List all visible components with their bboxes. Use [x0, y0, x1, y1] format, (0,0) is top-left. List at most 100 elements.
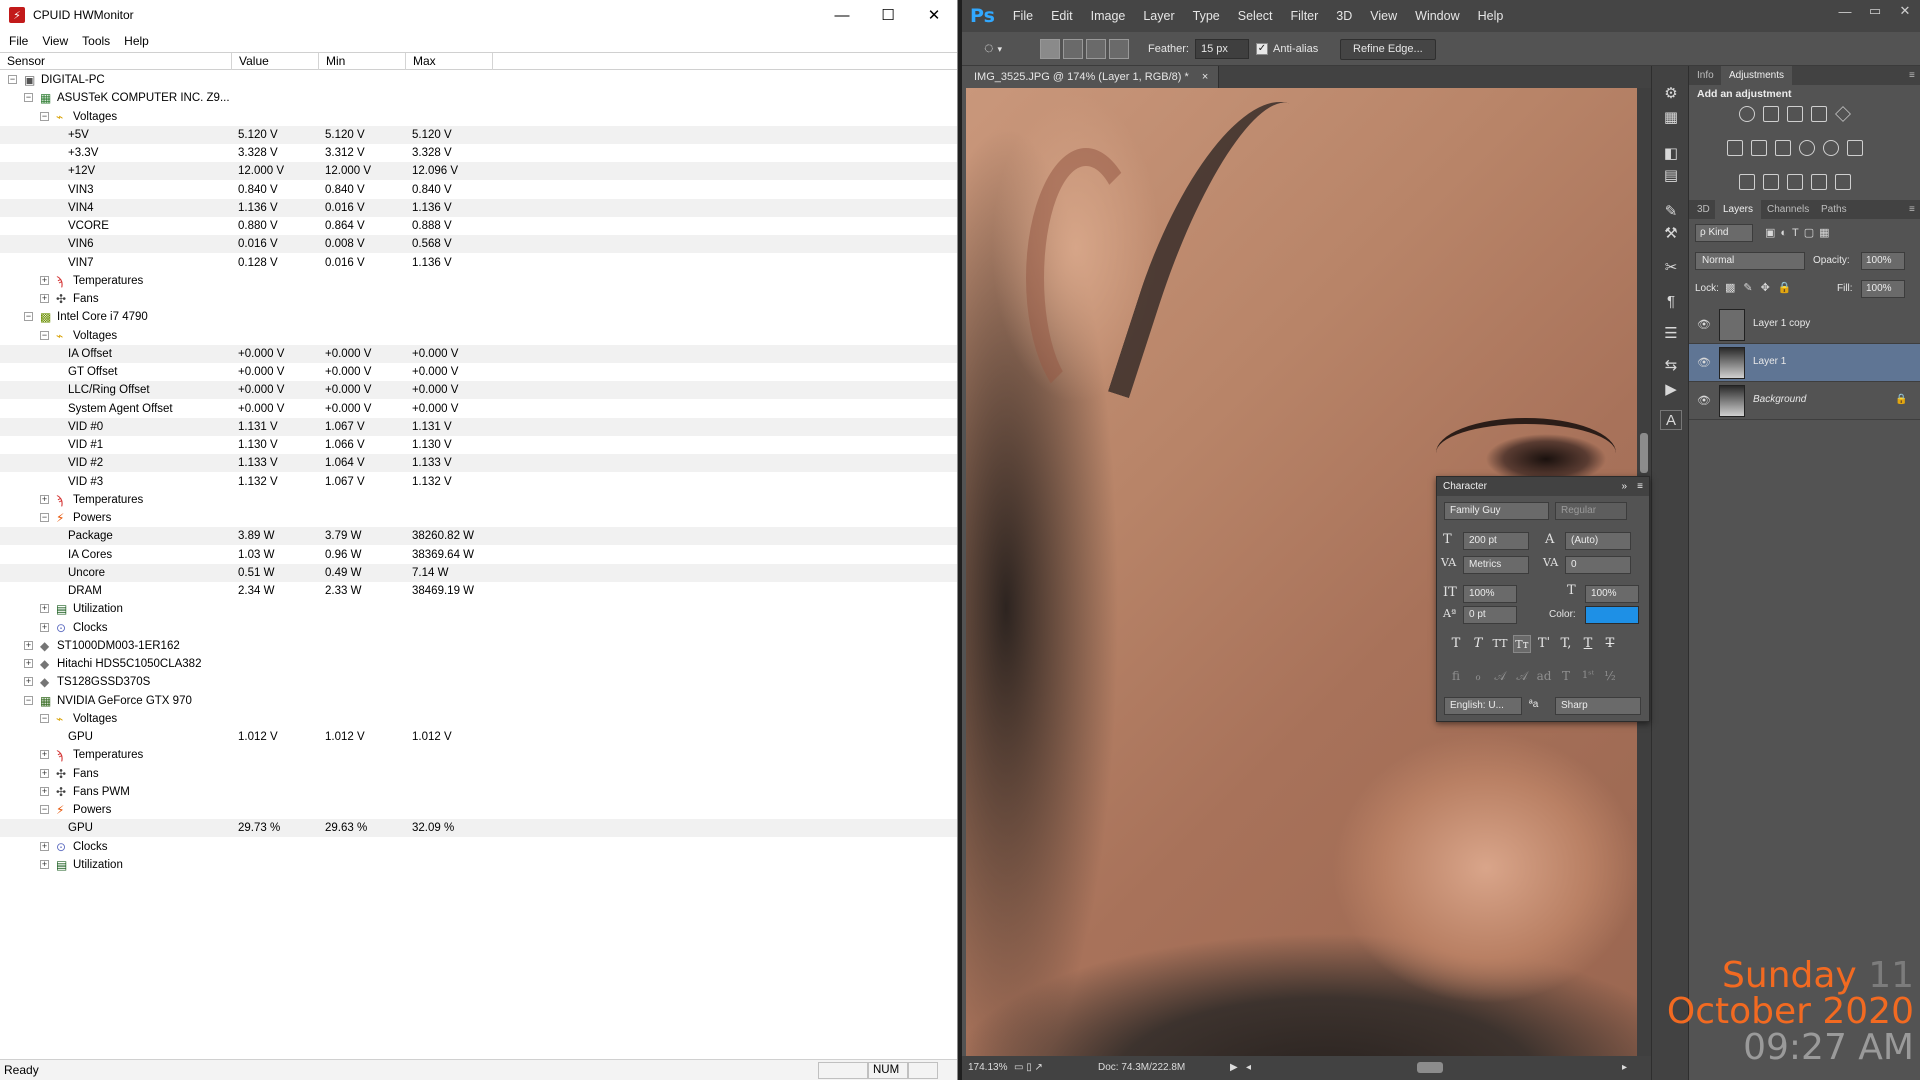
character-panel-header[interactable]: Character » ≡	[1437, 477, 1649, 496]
underline-button[interactable]: T	[1579, 635, 1597, 653]
column-header-max[interactable]: Max	[406, 53, 493, 70]
sensor-row[interactable]: VID #2 1.133 V 1.064 V 1.133 V	[0, 454, 957, 473]
actions-play-icon[interactable]: ▶	[1660, 380, 1682, 400]
tab-layers[interactable]: Layers	[1715, 200, 1762, 219]
expand-icon[interactable]: +	[24, 640, 33, 650]
collapse-icon[interactable]: −	[24, 695, 33, 705]
superscript-button[interactable]: Tˈ	[1535, 635, 1553, 653]
collapse-icon[interactable]: −	[8, 75, 17, 84]
sensor-row[interactable]: DRAM 2.34 W 2.33 W 38469.19 W	[0, 582, 957, 600]
ps-menu-view[interactable]: View	[1370, 9, 1397, 23]
swash-button[interactable]: 𝒜	[1491, 667, 1509, 685]
layers-menu-icon[interactable]: ≡	[1901, 200, 1920, 219]
document-tab-close-icon[interactable]: ×	[1202, 71, 1208, 83]
visibility-eye-icon[interactable]: 👁	[1697, 394, 1711, 407]
kerning-select[interactable]: Metrics	[1463, 556, 1529, 574]
faux-bold-button[interactable]: T	[1447, 635, 1465, 653]
expand-icon[interactable]: +	[40, 275, 49, 285]
ps-menu-window[interactable]: Window	[1415, 9, 1459, 23]
layer-row[interactable]: 👁 Background 🔒	[1689, 382, 1920, 420]
history-panel-icon[interactable]: ▤	[1660, 166, 1682, 186]
sensor-group-row[interactable]: + ϡ Temperatures	[0, 491, 957, 509]
sensor-group-row[interactable]: + ⊙ Clocks	[0, 838, 957, 856]
sensor-row[interactable]: VIN4 1.136 V 0.016 V 1.136 V	[0, 198, 957, 217]
invert-icon[interactable]	[1739, 174, 1755, 190]
character-menu-icon[interactable]: ≡	[1637, 477, 1643, 496]
fractions-button[interactable]: ½	[1601, 667, 1619, 685]
collapse-icon[interactable]: −	[40, 713, 49, 723]
styles-panel-icon[interactable]: ◧	[1660, 144, 1682, 164]
collapse-icon[interactable]: −	[40, 513, 49, 522]
sensor-group-row[interactable]: − ⚡ Powers	[0, 509, 957, 527]
ps-restore-button[interactable]: ▭	[1860, 0, 1890, 22]
opacity-input[interactable]: 100%	[1861, 252, 1905, 270]
sensor-row[interactable]: IA Offset +0.000 V +0.000 V +0.000 V	[0, 344, 957, 363]
collapse-icon[interactable]: −	[40, 330, 49, 340]
brightness-contrast-icon[interactable]	[1739, 106, 1755, 122]
sensor-group-row[interactable]: − ⌁ Voltages	[0, 108, 957, 126]
column-header-min[interactable]: Min	[319, 53, 406, 70]
ordinals-button[interactable]: 1ˢᵗ	[1579, 667, 1597, 685]
sensor-group-row[interactable]: + ✣ Fans	[0, 765, 957, 783]
sensor-group-row[interactable]: − ▦ ASUSTeK COMPUTER INC. Z9...	[0, 89, 957, 107]
posterize-icon[interactable]	[1763, 174, 1779, 190]
sensor-tree[interactable]: − ▣ DIGITAL-PC − ▦ ASUSTeK COMPUTER INC. Z9..…	[0, 71, 958, 1057]
hue-saturation-icon[interactable]	[1727, 140, 1743, 156]
ps-close-button[interactable]: ✕	[1890, 0, 1920, 22]
tab-paths[interactable]: Paths	[1813, 200, 1855, 219]
sensor-group-row[interactable]: + ϡ Temperatures	[0, 272, 957, 290]
sensor-row[interactable]: VIN3 0.840 V 0.840 V 0.840 V	[0, 181, 957, 199]
sensor-group-row[interactable]: + ✣ Fans PWM	[0, 783, 957, 801]
sensor-row[interactable]: GT Offset +0.000 V +0.000 V +0.000 V	[0, 363, 957, 381]
hw-titlebar[interactable]: ⚡ CPUID HWMonitor — ☐ ✕	[0, 0, 957, 30]
3d-panel-icon[interactable]: ⚙	[1660, 84, 1682, 104]
expand-icon[interactable]: +	[24, 659, 33, 668]
font-style-select[interactable]: Regular	[1555, 502, 1627, 520]
layer-filter-icons[interactable]: ▣◐T▢▦	[1765, 226, 1835, 239]
threshold-icon[interactable]	[1787, 174, 1803, 190]
horizontal-scroll-thumb[interactable]	[1417, 1062, 1443, 1073]
maximize-button[interactable]: ☐	[865, 0, 911, 30]
collapse-panel-icon[interactable]: »	[1621, 477, 1627, 496]
ps-menu-select[interactable]: Select	[1238, 9, 1273, 23]
selective-color-icon[interactable]	[1811, 174, 1827, 190]
status-arrow-icon[interactable]: ▶	[1230, 1062, 1238, 1073]
photo-filter-icon[interactable]	[1799, 140, 1815, 156]
column-header-sensor[interactable]: Sensor	[0, 53, 232, 70]
font-family-select[interactable]: Family Guy	[1444, 502, 1549, 520]
sensor-row[interactable]: VIN6 0.016 V 0.008 V 0.568 V	[0, 235, 957, 254]
blend-mode-select[interactable]: Normal	[1695, 252, 1805, 270]
exposure-icon[interactable]	[1811, 106, 1827, 122]
sensor-group-row[interactable]: + ⊙ Clocks	[0, 619, 957, 637]
expand-icon[interactable]: +	[40, 750, 49, 760]
ornaments-button[interactable]: T	[1557, 667, 1575, 685]
sensor-group-row[interactable]: − ⌁ Voltages	[0, 710, 957, 728]
sensor-row[interactable]: GPU 29.73 % 29.63 % 32.09 %	[0, 819, 957, 838]
sensor-row[interactable]: VID #1 1.130 V 1.066 V 1.130 V	[0, 436, 957, 454]
character-panel-icon[interactable]: A	[1660, 410, 1682, 430]
brush-panel-icon[interactable]: ✎	[1660, 202, 1682, 222]
expand-icon[interactable]: +	[40, 859, 49, 869]
small-caps-button[interactable]: Tт	[1513, 635, 1531, 653]
ps-menu-image[interactable]: Image	[1091, 9, 1126, 23]
sensor-group-row[interactable]: − ⌁ Voltages	[0, 327, 957, 345]
sensor-row[interactable]: VID #3 1.132 V 1.067 V 1.132 V	[0, 473, 957, 491]
refine-edge-button[interactable]: Refine Edge...	[1340, 38, 1436, 60]
sensor-row[interactable]: +5V 5.120 V 5.120 V 5.120 V	[0, 125, 957, 144]
gradient-map-icon[interactable]	[1835, 174, 1851, 190]
tracking-select[interactable]: 0	[1565, 556, 1631, 574]
h-scroll-left-icon[interactable]: ◂	[1246, 1062, 1251, 1073]
baseline-shift-input[interactable]: 0 pt	[1463, 606, 1517, 624]
subscript-button[interactable]: T,	[1557, 635, 1575, 653]
minimize-button[interactable]: —	[819, 0, 865, 30]
horizontal-scale-input[interactable]: 100%	[1585, 585, 1639, 603]
tab-channels[interactable]: Channels	[1759, 200, 1817, 219]
menu-view[interactable]: View	[42, 34, 68, 48]
levels-icon[interactable]	[1763, 106, 1779, 122]
sensor-row[interactable]: VIN7 0.128 V 0.016 V 1.136 V	[0, 254, 957, 272]
sensor-group-row[interactable]: − ▩ Intel Core i7 4790	[0, 308, 957, 326]
sensor-row[interactable]: System Agent Offset +0.000 V +0.000 V +0.00…	[0, 400, 957, 418]
old-style-button[interactable]: ℴ	[1469, 667, 1487, 685]
lasso-tool-preset-icon[interactable]: ◌ ▾	[984, 32, 1002, 66]
sensor-group-row[interactable]: + ϡ Temperatures	[0, 746, 957, 764]
